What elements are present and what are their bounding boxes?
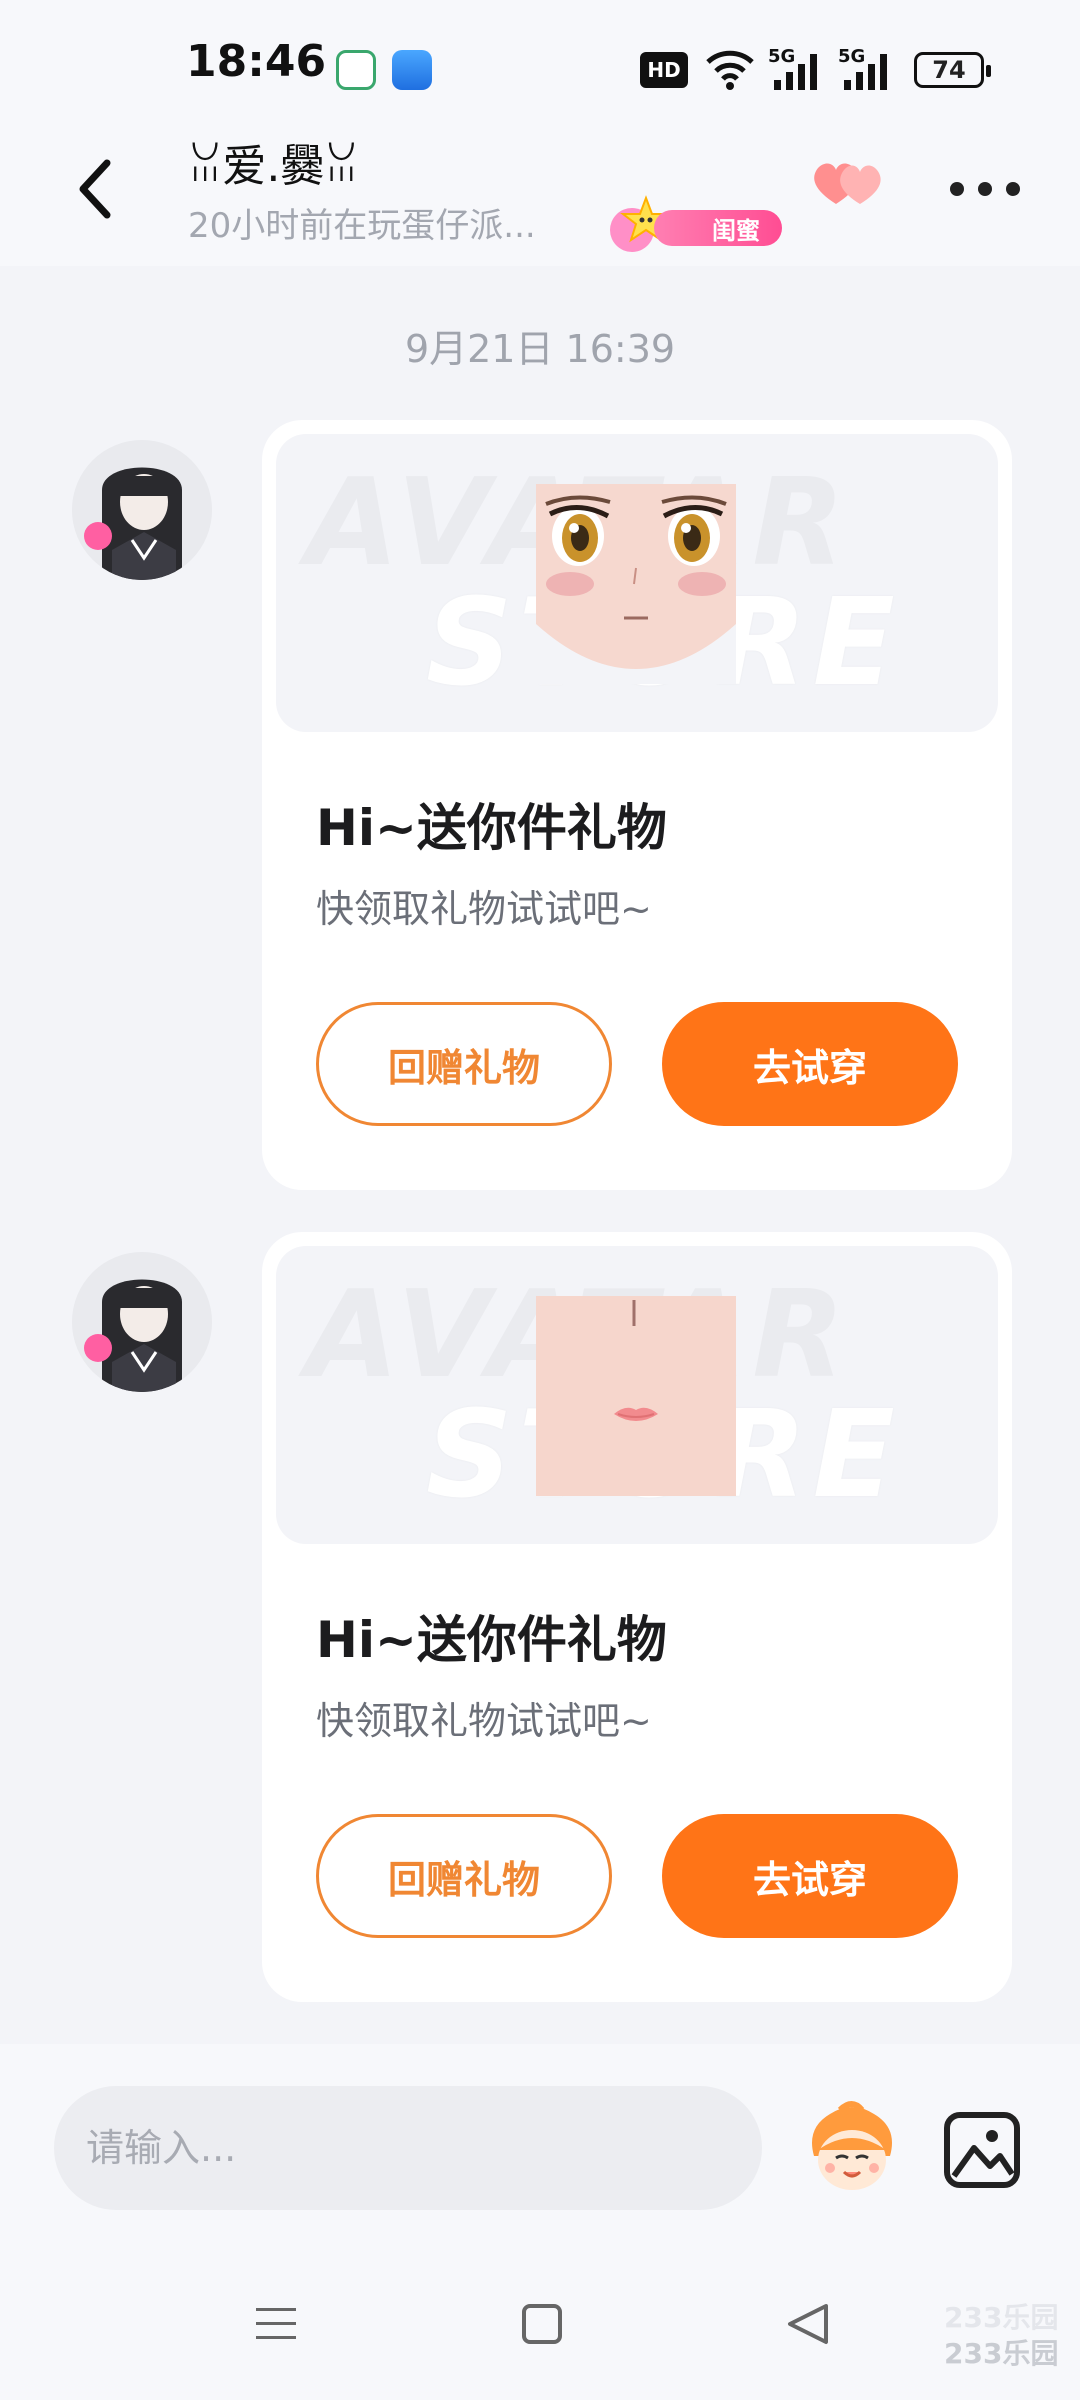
gift-subtitle: 快领取礼物试试吧~ bbox=[316, 1699, 652, 1743]
date-divider: 9月21日 16:39 bbox=[404, 327, 676, 371]
intimacy-button[interactable] bbox=[808, 154, 888, 218]
home-nav-icon[interactable] bbox=[522, 2304, 562, 2344]
relation-badge-label: 闺蜜 bbox=[654, 210, 782, 246]
return-gift-button[interactable]: 回赠礼物 bbox=[316, 1002, 612, 1126]
input-bar bbox=[0, 2044, 1080, 2400]
menu-nav-icon[interactable] bbox=[254, 2302, 298, 2346]
gift-subtitle: 快领取礼物试试吧~ bbox=[316, 887, 652, 931]
gift-item-image[interactable] bbox=[536, 484, 736, 684]
gift-title: Hi~送你件礼物 bbox=[316, 799, 667, 857]
gift-message-card[interactable]: AVATAR STORE Hi~送你件礼物 快领取礼物试试吧~ 回赠礼物 去试穿 bbox=[262, 1232, 1012, 2002]
more-dot-icon bbox=[978, 182, 992, 196]
signal-5g-icon-2: 5G bbox=[838, 46, 887, 90]
more-button[interactable] bbox=[950, 164, 1020, 214]
image-button[interactable] bbox=[944, 2112, 1020, 2188]
files-app-icon bbox=[392, 50, 432, 90]
status-time: 18:46 bbox=[186, 36, 327, 87]
svg-text:5G: 5G bbox=[838, 46, 865, 67]
nose-lips-image bbox=[536, 1296, 736, 1496]
battery-icon: 74 bbox=[914, 52, 991, 88]
gift-banner: AVATAR STORE bbox=[276, 434, 998, 732]
site-watermark: 233乐园 233乐园 bbox=[944, 2301, 1059, 2370]
emoji-mascot-button[interactable] bbox=[800, 2098, 904, 2202]
more-dot-icon bbox=[1006, 182, 1020, 196]
sender-avatar[interactable] bbox=[72, 440, 212, 580]
image-icon bbox=[951, 2130, 1014, 2178]
contact-name[interactable]: ꈍ爱.爨ꈍ bbox=[188, 130, 359, 194]
back-nav-icon[interactable] bbox=[786, 2302, 830, 2346]
relation-badge[interactable]: 闺蜜 bbox=[606, 194, 782, 254]
gift-banner: AVATAR STORE bbox=[276, 1246, 998, 1544]
contact-status: 20小时前在玩蛋仔派... bbox=[188, 206, 536, 246]
sender-avatar[interactable] bbox=[72, 1252, 212, 1392]
avatar-image bbox=[72, 1252, 212, 1392]
message-input[interactable] bbox=[54, 2086, 762, 2210]
avatar-image bbox=[72, 440, 212, 580]
wifi-icon bbox=[706, 50, 754, 90]
svg-text:5G: 5G bbox=[768, 46, 795, 67]
gift-title: Hi~送你件礼物 bbox=[316, 1611, 667, 1669]
try-on-button[interactable]: 去试穿 bbox=[662, 1002, 958, 1126]
gift-message-card[interactable]: AVATAR STORE bbox=[262, 420, 1012, 1190]
hearts-icon bbox=[814, 163, 881, 204]
signal-5g-icon: 5G bbox=[768, 46, 817, 90]
more-dot-icon bbox=[950, 182, 964, 196]
app-notification-icon bbox=[336, 50, 376, 90]
chat-header: ꈍ爱.爨ꈍ 20小时前在玩蛋仔派... 闺蜜 bbox=[0, 110, 1080, 266]
hd-icon: HD bbox=[640, 52, 688, 88]
mascot-icon bbox=[812, 2101, 892, 2190]
gift-item-image[interactable] bbox=[536, 1296, 736, 1496]
back-button[interactable] bbox=[60, 144, 130, 234]
anime-face-image bbox=[536, 484, 736, 684]
back-arrow-icon bbox=[79, 159, 111, 219]
status-bar: 18:46 HD 5G 5G 74 bbox=[0, 0, 1080, 110]
return-gift-button[interactable]: 回赠礼物 bbox=[316, 1814, 612, 1938]
try-on-button[interactable]: 去试穿 bbox=[662, 1814, 958, 1938]
